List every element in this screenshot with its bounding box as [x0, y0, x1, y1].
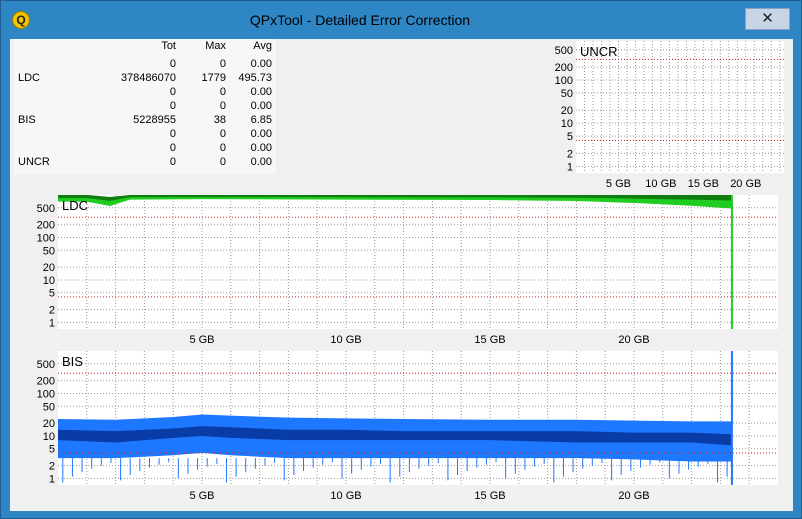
- header-max: Max: [205, 40, 226, 52]
- row-tot: 5228955: [133, 114, 176, 126]
- x-tick-label: 20 GB: [618, 334, 649, 346]
- y-tick-label: 5: [49, 288, 55, 300]
- row-tot: 0: [169, 128, 176, 140]
- y-tick-label: 2: [49, 461, 55, 473]
- row-max: 0: [219, 128, 226, 140]
- y-tick-label: 2: [567, 148, 573, 160]
- y-tick-label: 500: [555, 45, 573, 57]
- row-avg: 0.00: [250, 156, 272, 168]
- y-tick-label: 50: [561, 88, 573, 100]
- y-tick-label: 10: [43, 431, 55, 443]
- row-avg: 6.85: [250, 114, 272, 126]
- y-tick-label: 20: [43, 418, 55, 430]
- stats-row: 0 0 0.00: [14, 86, 276, 100]
- row-tot: 0: [169, 86, 176, 98]
- row-tot: 0: [169, 100, 176, 112]
- y-tick-label: 1: [49, 317, 55, 329]
- row-tot: 0: [169, 142, 176, 154]
- x-tick-label: 5 GB: [606, 178, 631, 190]
- y-tick-label: 1: [49, 473, 55, 485]
- x-tick-label: 5 GB: [189, 334, 214, 346]
- row-max: 38: [213, 114, 226, 126]
- y-tick-label: 100: [555, 75, 573, 87]
- y-tick-label: 5: [49, 444, 55, 456]
- qpxtool-window: Q QPxTool - Detailed Error Correction ✕ …: [0, 0, 802, 519]
- stats-header-row: Tot Max Avg: [14, 40, 276, 54]
- y-tick-label: 10: [561, 118, 573, 130]
- y-tick-label: 10: [43, 275, 55, 287]
- row-max: 0: [219, 58, 226, 70]
- x-tick-label: 20 GB: [730, 178, 761, 190]
- y-tick-label: 200: [555, 62, 573, 74]
- stats-row: LDC 378486070 1779 495.73: [14, 72, 276, 86]
- stats-row: 0 0 0.00: [14, 128, 276, 142]
- y-tick-label: 5: [567, 131, 573, 143]
- row-tot: 0: [169, 58, 176, 70]
- x-tick-label: 15 GB: [474, 334, 505, 346]
- uncr-chart-title: UNCR: [580, 44, 618, 59]
- y-tick-label: 200: [37, 220, 55, 232]
- row-max: 0: [219, 100, 226, 112]
- x-tick-label: 5 GB: [189, 490, 214, 502]
- x-tick-label: 15 GB: [688, 178, 719, 190]
- y-tick-label: 50: [43, 401, 55, 413]
- title-bar[interactable]: Q QPxTool - Detailed Error Correction ✕: [1, 1, 801, 39]
- window-title: QPxTool - Detailed Error Correction: [249, 12, 471, 28]
- x-tick-label: 10 GB: [330, 334, 361, 346]
- bis-chart-title: BIS: [62, 354, 83, 369]
- y-tick-label: 200: [37, 376, 55, 388]
- row-max: 0: [219, 156, 226, 168]
- stats-row: 0 0 0.00: [14, 142, 276, 156]
- row-label: LDC: [18, 72, 41, 84]
- plot-area: [576, 41, 784, 173]
- row-label: BIS: [18, 114, 36, 126]
- stats-row: 0 0 0.00: [14, 100, 276, 114]
- row-tot: 378486070: [120, 72, 176, 84]
- bis-chart: 5002001005020105215 GB 10 GB 15 GB 20 GBBIS: [16, 349, 788, 509]
- ldc-chart-title: LDC: [62, 198, 88, 213]
- row-max: 1779: [201, 72, 226, 84]
- plot-area: [58, 195, 778, 329]
- header-avg: Avg: [253, 40, 272, 52]
- y-tick-label: 1: [567, 161, 573, 173]
- row-avg: 0.00: [250, 128, 272, 140]
- stats-row: BIS 5228955 38 6.85: [14, 114, 276, 128]
- client-area: Tot Max Avg 0 0 0.00 LDC 378486070 1779 …: [10, 39, 793, 511]
- uncr-chart: 5002001005020105215 GB 10 GB 15 GB 20 GBUNC…: [546, 39, 790, 195]
- row-tot: 0: [169, 156, 176, 168]
- y-tick-label: 500: [37, 359, 55, 371]
- x-tick-label: 10 GB: [645, 178, 676, 190]
- x-tick-label: 10 GB: [330, 490, 361, 502]
- row-label: UNCR: [18, 156, 50, 168]
- stats-table: Tot Max Avg 0 0 0.00 LDC 378486070 1779 …: [14, 39, 276, 174]
- y-tick-label: 500: [37, 203, 55, 215]
- close-button[interactable]: ✕: [745, 8, 790, 30]
- row-avg: 495.73: [238, 72, 272, 84]
- y-tick-label: 20: [561, 105, 573, 117]
- row-max: 0: [219, 86, 226, 98]
- row-max: 0: [219, 142, 226, 154]
- stats-row: UNCR 0 0 0.00: [14, 156, 276, 170]
- row-avg: 0.00: [250, 142, 272, 154]
- x-tick-label: 20 GB: [618, 490, 649, 502]
- y-tick-label: 50: [43, 245, 55, 257]
- y-tick-label: 20: [43, 262, 55, 274]
- row-avg: 0.00: [250, 100, 272, 112]
- header-tot: Tot: [161, 40, 176, 52]
- y-tick-label: 100: [37, 232, 55, 244]
- x-tick-label: 15 GB: [474, 490, 505, 502]
- y-tick-label: 100: [37, 388, 55, 400]
- stats-row: 0 0 0.00: [14, 58, 276, 72]
- y-tick-label: 2: [49, 305, 55, 317]
- row-avg: 0.00: [250, 86, 272, 98]
- row-avg: 0.00: [250, 58, 272, 70]
- ldc-chart: 5002001005020105215 GB 10 GB 15 GB 20 GBLDC: [16, 193, 788, 349]
